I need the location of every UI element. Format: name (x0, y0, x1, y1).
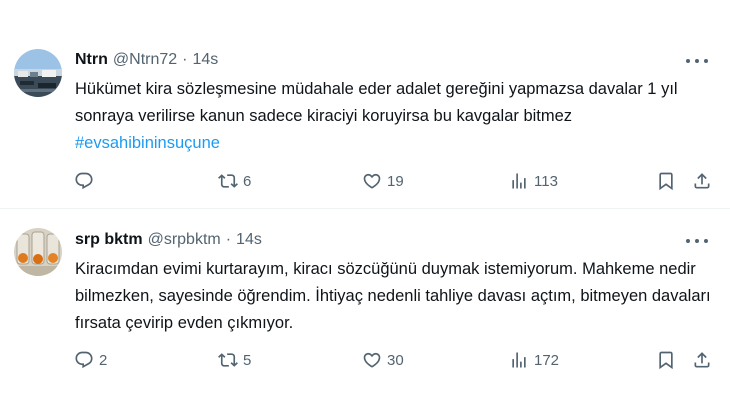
timestamp[interactable]: 14s (236, 231, 262, 249)
tweet[interactable]: srp bktm @srpbktm · 14s Kiracımdan evimi… (0, 210, 730, 420)
reply-icon (75, 351, 93, 369)
views-count: 172 (534, 351, 560, 369)
reply-button[interactable] (74, 170, 99, 192)
share-button[interactable] (692, 349, 712, 371)
tweet-actions: 2 5 30 172 (72, 349, 717, 371)
more-icon[interactable] (686, 53, 708, 69)
share-icon (694, 352, 710, 368)
like-icon (363, 173, 381, 189)
tweet-text-body: Kiracımdan evimi kurtarayım, kiracı sözc… (75, 260, 711, 332)
bookmark-icon (659, 172, 673, 191)
like-icon (363, 352, 381, 368)
reply-count: 2 (99, 351, 108, 369)
bookmark-button[interactable] (656, 349, 676, 371)
views-count: 113 (534, 172, 558, 190)
share-icon (694, 173, 710, 189)
views-icon (512, 173, 526, 189)
retweet-count: 5 (243, 351, 252, 369)
tweet-text: Kiracımdan evimi kurtarayım, kiracı sözc… (75, 256, 715, 337)
tweet-text: Hükümet kira sözleşmesine müdahale eder … (75, 76, 715, 157)
reply-icon (75, 172, 93, 190)
hashtag-link[interactable]: #evsahibininsuçune (75, 134, 220, 152)
avatar[interactable] (14, 49, 62, 97)
like-button[interactable]: 30 (362, 349, 404, 371)
like-button[interactable]: 19 (362, 170, 404, 192)
tweet-text-body: Hükümet kira sözleşmesine müdahale eder … (75, 80, 678, 125)
retweet-count: 6 (243, 172, 252, 190)
views-button[interactable]: 113 (509, 170, 558, 192)
separator: · (182, 51, 188, 68)
timestamp[interactable]: 14s (192, 51, 218, 69)
display-name[interactable]: Ntrn (75, 51, 108, 69)
like-count: 19 (387, 172, 404, 190)
views-icon (512, 352, 526, 368)
jars-photo-avatar (14, 228, 62, 276)
bookmark-icon (659, 351, 673, 370)
harbor-photo-avatar (14, 49, 62, 97)
retweet-button[interactable]: 5 (218, 349, 251, 371)
more-icon[interactable] (686, 233, 708, 249)
tweet[interactable]: Ntrn @Ntrn72 · 14s Hükümet kira sözleşme… (0, 0, 730, 209)
user-handle[interactable]: @srpbktm (148, 231, 221, 249)
user-handle[interactable]: @Ntrn72 (113, 51, 177, 69)
separator: · (225, 231, 232, 248)
share-button[interactable] (692, 170, 712, 192)
display-name[interactable]: srp bktm (75, 231, 143, 249)
views-button[interactable]: 172 (509, 349, 559, 371)
retweet-icon (218, 174, 238, 188)
retweet-button[interactable]: 6 (218, 170, 251, 192)
avatar[interactable] (14, 228, 62, 276)
bookmark-button[interactable] (656, 170, 676, 192)
tweet-header: srp bktm @srpbktm · 14s (75, 229, 262, 251)
tweet-header: Ntrn @Ntrn72 · 14s (75, 49, 218, 71)
like-count: 30 (387, 351, 404, 369)
tweet-actions: 6 19 113 (72, 170, 717, 192)
retweet-icon (218, 353, 238, 367)
reply-button[interactable]: 2 (74, 349, 107, 371)
